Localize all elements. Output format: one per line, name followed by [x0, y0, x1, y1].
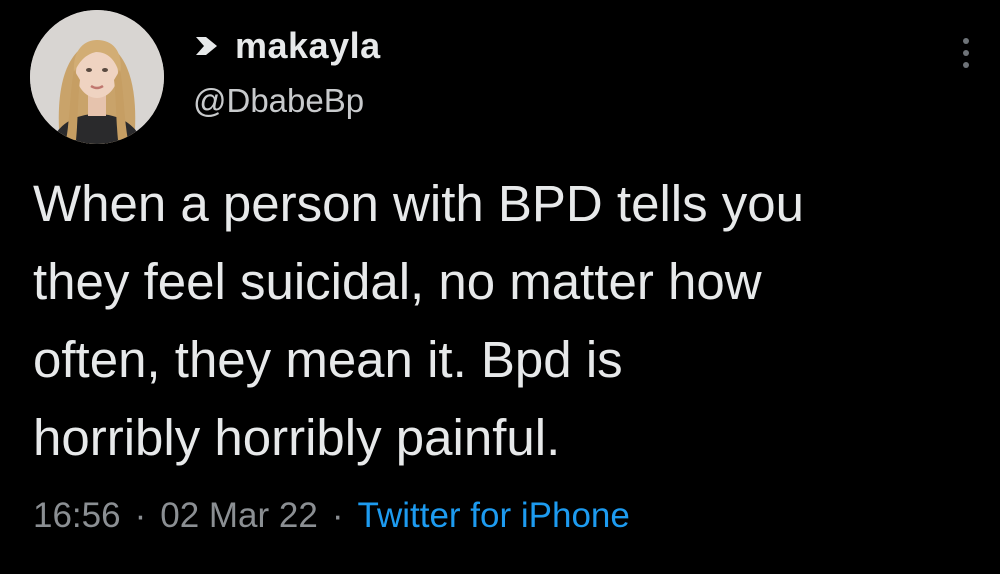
name-row[interactable]: makayla: [193, 22, 381, 70]
meta-separator: ·: [331, 496, 344, 535]
tweet-source-link[interactable]: Twitter for iPhone: [358, 496, 630, 536]
tweet-text: When a person with BPD tells you they fe…: [33, 175, 805, 466]
tweet-card: makayla @DbabeBp When a person with BPD …: [0, 0, 1000, 574]
tweet-meta: 16:56 · 02 Mar 22 · Twitter for iPhone: [33, 496, 630, 536]
tweet-header: makayla @DbabeBp: [193, 22, 381, 120]
user-handle[interactable]: @DbabeBp: [193, 82, 381, 120]
heart-arrow-icon: [196, 37, 217, 55]
avatar[interactable]: [30, 10, 164, 144]
avatar-image: [30, 10, 164, 144]
tweet-date[interactable]: 02 Mar 22: [160, 496, 318, 536]
display-name[interactable]: makayla: [235, 25, 381, 67]
meta-separator: ·: [134, 496, 147, 535]
more-vertical-icon[interactable]: [956, 33, 976, 73]
tweet-time[interactable]: 16:56: [33, 496, 121, 536]
